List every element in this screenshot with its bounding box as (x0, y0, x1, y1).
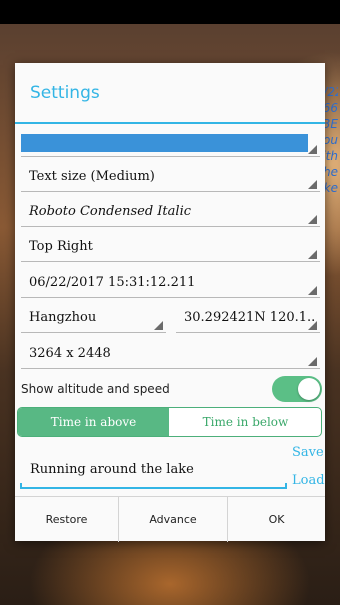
settings-dialog: Settings Text size (Medium) Roboto Conde… (15, 63, 325, 542)
field-corner (285, 483, 287, 489)
status-bar (0, 0, 340, 24)
position-value: Top Right (29, 239, 93, 254)
resolution-value: 3264 x 2448 (29, 346, 111, 361)
note-field (20, 453, 287, 489)
color-swatch (21, 134, 308, 152)
text-size-value: Text size (Medium) (29, 169, 155, 184)
dropdown-arrow-icon (308, 357, 317, 366)
dropdown-arrow-icon (308, 145, 317, 154)
dropdown-arrow-icon (308, 250, 317, 259)
ok-button[interactable]: OK (228, 497, 325, 542)
dropdown-arrow-icon (308, 321, 317, 330)
font-value: Roboto Condensed Italic (29, 204, 192, 219)
resolution-spinner[interactable]: 3264 x 2448 (21, 342, 320, 369)
note-input[interactable] (30, 459, 280, 479)
dialog-title: Settings (30, 83, 100, 103)
title-divider (15, 122, 325, 124)
time-above-button[interactable]: Time in above (18, 408, 169, 436)
coordinates-value: 30.292421N 120.1.. (184, 310, 316, 325)
altitude-toggle[interactable] (272, 376, 322, 402)
time-position-segmented-control: Time in above Time in below (17, 407, 322, 437)
text-size-spinner[interactable]: Text size (Medium) (21, 165, 320, 192)
position-spinner[interactable]: Top Right (21, 235, 320, 262)
city-value: Hangzhou (29, 310, 97, 325)
altitude-toggle-label: Show altitude and speed (21, 382, 170, 396)
datetime-spinner[interactable]: 06/22/2017 15:31:12.211 (21, 271, 320, 298)
font-spinner[interactable]: Roboto Condensed Italic (21, 200, 320, 227)
save-button[interactable]: Save (292, 445, 324, 460)
dropdown-arrow-icon (154, 321, 163, 330)
load-button[interactable]: Load (292, 473, 325, 488)
toggle-knob (298, 378, 320, 400)
dropdown-arrow-icon (308, 180, 317, 189)
dropdown-arrow-icon (308, 286, 317, 295)
restore-button[interactable]: Restore (15, 497, 118, 542)
city-spinner[interactable]: Hangzhou (21, 306, 166, 333)
time-below-button[interactable]: Time in below (170, 408, 321, 436)
field-corner (20, 483, 22, 489)
advance-button[interactable]: Advance (119, 497, 227, 542)
dialog-footer: Restore Advance OK (15, 496, 325, 542)
dropdown-arrow-icon (308, 215, 317, 224)
coordinates-spinner[interactable]: 30.292421N 120.1.. (176, 306, 320, 333)
datetime-value: 06/22/2017 15:31:12.211 (29, 275, 196, 290)
